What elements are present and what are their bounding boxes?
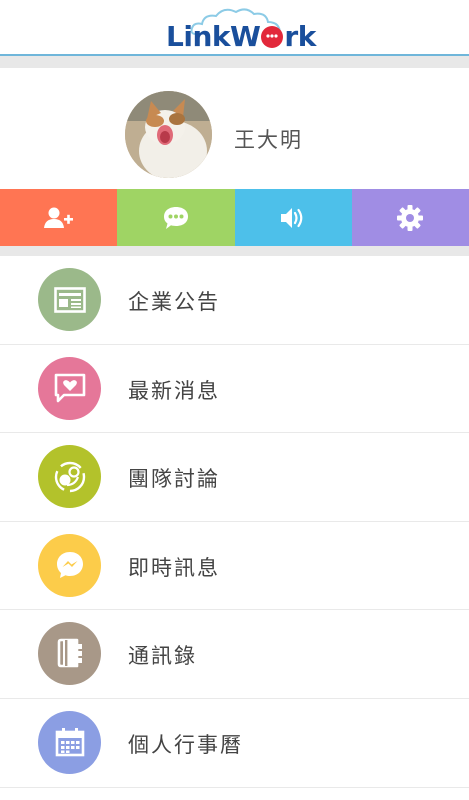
menu-item-instant-messages[interactable]: 即時訊息 (0, 522, 469, 611)
profile-section: 王大明 (0, 68, 469, 189)
chat-bubble-icon (163, 206, 188, 229)
address-book-icon (57, 638, 82, 668)
logo-wordmark: LinkW rk (166, 20, 316, 54)
quick-action-bar (0, 189, 469, 246)
logo-chat-o-icon (261, 26, 284, 48)
menu-item-label: 最新消息 (128, 378, 220, 403)
menu-item-label: 通訊錄 (128, 644, 197, 669)
linkwork-logo: LinkW rk (166, 6, 316, 53)
menu-icon-circle (38, 622, 101, 686)
logo-text-w: W (230, 20, 261, 53)
menu-icon-circle (38, 710, 101, 774)
sound-button[interactable] (234, 189, 352, 246)
chat-button[interactable] (117, 189, 235, 246)
speaker-icon (281, 207, 303, 228)
newspaper-icon (53, 286, 86, 313)
menu-item-contacts[interactable]: 通訊錄 (0, 610, 469, 699)
messenger-icon (56, 552, 83, 579)
settings-button[interactable] (351, 189, 469, 246)
logo-text-link: Link (166, 20, 231, 53)
profile-name: 王大明 (234, 128, 303, 152)
section-divider (0, 246, 469, 256)
menu-item-personal-calendar[interactable]: 個人行事曆 (0, 699, 469, 788)
menu-icon-circle (38, 533, 101, 597)
cat-avatar-image (125, 91, 212, 178)
menu-icon-circle (38, 445, 101, 509)
menu-icon-circle (38, 356, 101, 420)
menu-icon-circle (38, 268, 101, 331)
menu-item-latest-news[interactable]: 最新消息 (0, 345, 469, 434)
avatar[interactable] (125, 91, 212, 178)
heart-message-icon (54, 373, 85, 403)
menu-item-label: 團隊討論 (128, 467, 220, 492)
add-user-icon (43, 207, 73, 228)
discussion-icon (54, 461, 85, 492)
add-friend-button[interactable] (0, 189, 118, 246)
menu-item-label: 企業公告 (128, 290, 220, 314)
calendar-icon (55, 728, 84, 757)
menu-item-announcements[interactable]: 企業公告 (0, 256, 469, 345)
logo-text-rk: rk (284, 20, 316, 53)
menu-item-label: 即時訊息 (128, 555, 220, 580)
gear-icon (397, 204, 424, 231)
section-divider (0, 56, 469, 68)
menu-item-label: 個人行事曆 (128, 732, 243, 757)
app-header: LinkW rk (0, 0, 469, 56)
main-menu: 企業公告 最新消息 團隊討論 即時訊息 通訊錄 個人行事曆 (0, 256, 469, 788)
menu-item-team-discussion[interactable]: 團隊討論 (0, 433, 469, 522)
